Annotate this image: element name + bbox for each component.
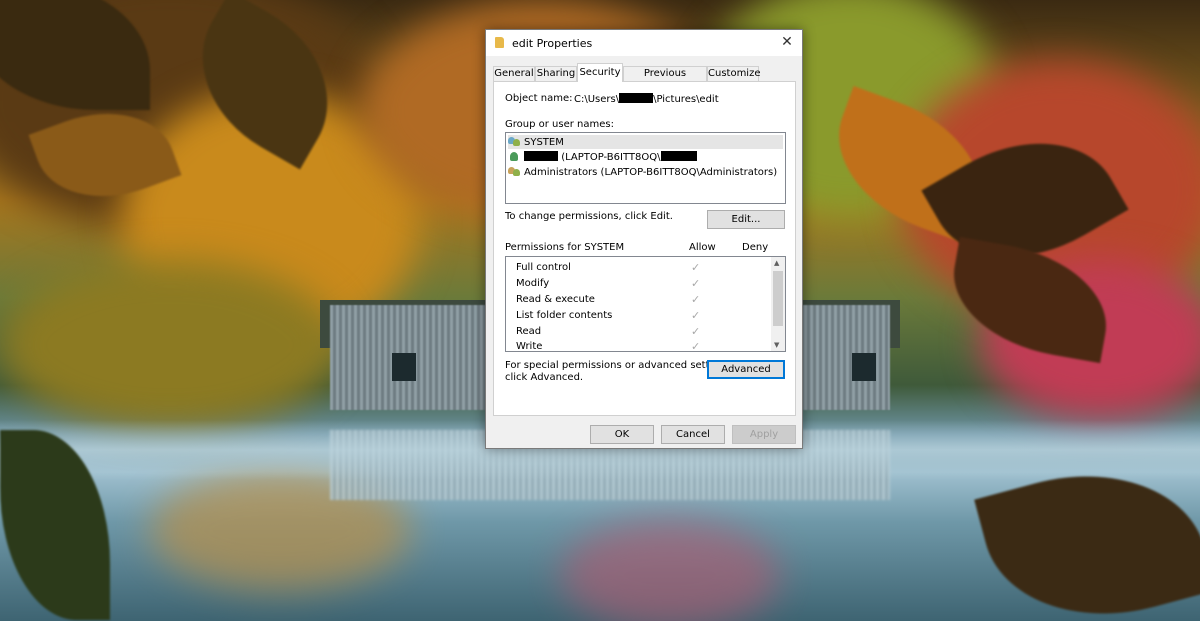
advanced-hint-line1: For special permissions or advanced sett… [505, 360, 734, 371]
bridge-window [392, 353, 416, 381]
tab-general[interactable]: General [493, 66, 535, 81]
permission-name: Full control [516, 262, 571, 273]
properties-dialog: edit Properties ✕ General Sharing Securi… [485, 29, 803, 449]
window-title: edit Properties [512, 37, 593, 50]
close-icon: ✕ [781, 34, 793, 50]
advanced-button[interactable]: Advanced [707, 360, 785, 379]
user-name: (LAPTOP-B6ITT8OQ\ [561, 152, 661, 163]
permission-row: Read ✓ [516, 324, 771, 339]
permission-row: List folder contents ✓ [516, 308, 771, 323]
close-button[interactable]: ✕ [772, 30, 802, 56]
user-name: Administrators (LAPTOP-B6ITT8OQ\Administ… [524, 167, 778, 178]
permission-name: Modify [516, 278, 550, 289]
permission-name: Read [516, 326, 542, 337]
redacted-username [524, 151, 558, 161]
permission-name: List folder contents [516, 310, 613, 321]
change-permissions-hint: To change permissions, click Edit. [505, 211, 673, 222]
object-name-label: Object name: [505, 93, 573, 104]
permission-name: Read & execute [516, 294, 595, 305]
allow-check-icon: ✓ [691, 309, 701, 322]
user-name: SYSTEM [524, 137, 564, 148]
object-path-prefix: C:\Users\ [574, 94, 620, 105]
deny-header: Deny [742, 242, 769, 253]
edit-button[interactable]: Edit... [707, 210, 785, 229]
tab-previous-versions[interactable]: Previous Versions [623, 66, 707, 93]
allow-check-icon: ✓ [691, 340, 701, 351]
group-user-list[interactable]: SYSTEM (LAPTOP-B6ITT8OQ\ Administrators … [505, 132, 786, 204]
tab-sharing[interactable]: Sharing [535, 66, 577, 81]
list-item[interactable]: (LAPTOP-B6ITT8OQ\ [508, 150, 783, 164]
permissions-for-label: Permissions for SYSTEM [505, 242, 625, 253]
allow-check-icon: ✓ [691, 293, 701, 306]
permission-row: Write ✓ [516, 339, 771, 351]
redacted-username [660, 151, 697, 161]
bridge-window [852, 353, 876, 381]
allow-header: Allow [689, 242, 716, 253]
tab-security[interactable]: Security [577, 63, 623, 82]
permission-row: Read & execute ✓ [516, 292, 771, 307]
title-bar[interactable]: edit Properties ✕ [486, 30, 802, 56]
scroll-thumb[interactable] [773, 271, 783, 326]
redacted-username [619, 93, 654, 103]
scroll-down-icon[interactable]: ▼ [774, 341, 779, 349]
object-name-value: C:\Users\ \Pictures\edit [574, 93, 719, 105]
advanced-hint-line2: click Advanced. [505, 372, 584, 383]
permissions-list[interactable]: Full control ✓ Modify ✓ Read & execute ✓… [505, 256, 786, 352]
list-item[interactable]: SYSTEM [508, 135, 783, 149]
allow-check-icon: ✓ [691, 261, 701, 274]
apply-button[interactable]: Apply [732, 425, 796, 444]
ok-button[interactable]: OK [590, 425, 654, 444]
list-item[interactable]: Administrators (LAPTOP-B6ITT8OQ\Administ… [508, 165, 783, 179]
user-icon [508, 150, 522, 162]
tab-customize[interactable]: Customize [707, 66, 761, 81]
permission-row: Modify ✓ [516, 276, 771, 291]
permission-row: Full control ✓ [516, 260, 771, 275]
permission-name: Write [516, 341, 543, 351]
cancel-button[interactable]: Cancel [661, 425, 725, 444]
permissions-scrollbar[interactable]: ▲ ▼ [771, 257, 785, 351]
users-group-icon [508, 135, 522, 147]
users-group-icon [508, 165, 522, 177]
allow-check-icon: ✓ [691, 325, 701, 338]
object-path-suffix: \Pictures\edit [653, 94, 719, 105]
folder-icon [495, 37, 504, 48]
allow-check-icon: ✓ [691, 277, 701, 290]
group-names-label: Group or user names: [505, 119, 614, 130]
security-panel: Object name: C:\Users\ \Pictures\edit Gro… [493, 81, 796, 416]
scroll-up-icon[interactable]: ▲ [774, 259, 779, 267]
